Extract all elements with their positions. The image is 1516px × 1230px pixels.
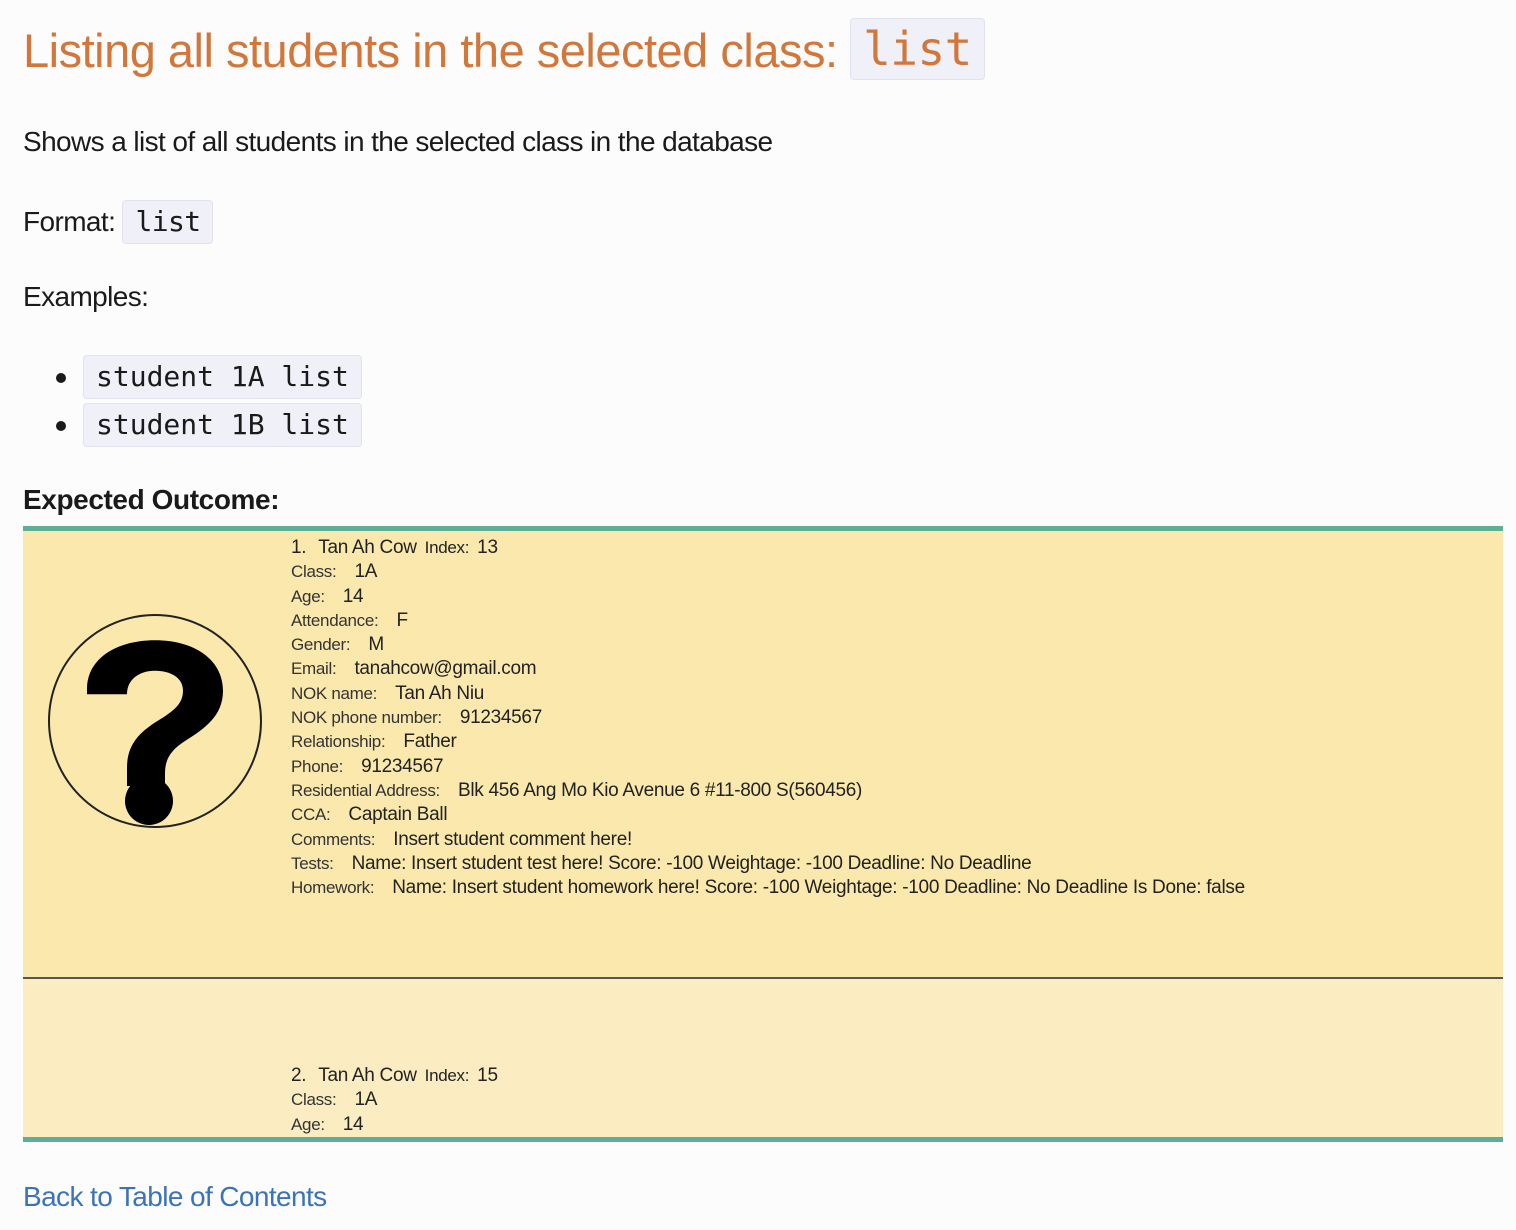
field-value: Name: Insert student test here! Score: -…: [351, 852, 1032, 874]
index-label: Index:: [424, 538, 470, 557]
field-value: Name: Insert student homework here! Scor…: [392, 877, 1245, 899]
field-label: Residential Address:: [291, 780, 440, 800]
field-value: Insert student comment here!: [393, 828, 632, 850]
field-label: Relationship:: [291, 732, 386, 752]
field-value: Captain Ball: [348, 804, 448, 826]
field-value: M: [368, 634, 384, 656]
field-value: 1A: [354, 561, 378, 583]
format-line: Format: list: [23, 200, 214, 244]
field-row: Class: 1A: [291, 560, 1245, 584]
field-value: Tan Ah Niu: [395, 682, 485, 704]
back-to-toc-link[interactable]: Back to Table of Contents: [23, 1181, 327, 1213]
field-label: Comments:: [291, 829, 376, 849]
field-label: Class:: [291, 1090, 337, 1110]
field-label: Class:: [291, 562, 337, 582]
field-value: 14: [342, 1113, 364, 1135]
examples-list: student 1A list student 1B list: [50, 355, 362, 451]
format-code: list: [122, 200, 214, 244]
student-name: Tan Ah Cow: [318, 537, 417, 558]
format-label: Format:: [23, 206, 116, 237]
field-row: NOK phone number: 91234567: [291, 706, 1245, 730]
field-row: Class: 1A: [291, 1088, 498, 1112]
field-label: Age:: [291, 586, 325, 606]
index-label: Index:: [424, 1066, 470, 1085]
field-row: Attendance: F: [291, 609, 1245, 633]
student-card: 2. Tan Ah Cow Index: 15 Class: 1A Age: 14: [23, 979, 1503, 1137]
outcome-screenshot: 1. Tan Ah Cow Index: 13 Class: 1A Age: 14 Att…: [23, 526, 1503, 1142]
field-value: 91234567: [361, 755, 444, 777]
student-number: 2.: [291, 1065, 307, 1086]
field-row: Age: 14: [291, 1113, 498, 1137]
description: Shows a list of all students in the sele…: [23, 126, 773, 157]
field-row: Homework: Name: Insert student homework h…: [291, 876, 1245, 900]
field-value: 91234567: [459, 707, 542, 729]
field-row: Residential Address: Blk 456 Ang Mo Kio A…: [291, 779, 1245, 803]
field-row: Phone: 91234567: [291, 755, 1245, 779]
field-row: Comments: Insert student comment here!: [291, 828, 1245, 852]
field-label: Email:: [291, 659, 337, 679]
student-header: 1. Tan Ah Cow Index: 13: [291, 536, 1245, 560]
list-item: student 1B list: [50, 403, 362, 451]
field-value: tanahcow@gmail.com: [354, 658, 537, 680]
field-label: NOK phone number:: [291, 708, 442, 728]
student-details: 1. Tan Ah Cow Index: 13 Class: 1A Age: 14 Att…: [291, 536, 1245, 900]
field-label: Tests:: [291, 853, 334, 873]
student-number: 1.: [291, 537, 307, 558]
student-name: Tan Ah Cow: [318, 1065, 417, 1086]
field-value: 1A: [354, 1089, 378, 1111]
example-code: student 1B list: [83, 403, 362, 447]
field-row: Relationship: Father: [291, 730, 1245, 754]
page-title-code: list: [850, 18, 985, 80]
index-value: 13: [477, 537, 498, 558]
page-title-text: Listing all students in the selected cla…: [23, 24, 838, 77]
field-label: NOK name:: [291, 683, 378, 703]
expected-outcome-heading: Expected Outcome:: [23, 484, 280, 515]
list-item: student 1A list: [50, 355, 362, 403]
student-card: 1. Tan Ah Cow Index: 13 Class: 1A Age: 14 Att…: [23, 531, 1503, 979]
field-label: Phone:: [291, 756, 344, 776]
field-row: Tests: Name: Insert student test here! Sc…: [291, 852, 1245, 876]
field-row: CCA: Captain Ball: [291, 803, 1245, 827]
field-value: 14: [342, 585, 364, 607]
field-row: NOK name: Tan Ah Niu: [291, 682, 1245, 706]
student-details: 2. Tan Ah Cow Index: 15 Class: 1A Age: 14: [291, 1064, 498, 1137]
field-label: Attendance:: [291, 610, 379, 630]
field-value: Father: [403, 731, 457, 753]
student-header: 2. Tan Ah Cow Index: 15: [291, 1064, 498, 1088]
field-label: Gender:: [291, 635, 351, 655]
examples-label: Examples:: [23, 281, 149, 312]
field-value: F: [396, 609, 408, 631]
field-row: Email: tanahcow@gmail.com: [291, 657, 1245, 681]
example-code: student 1A list: [83, 355, 362, 399]
field-row: Gender: M: [291, 633, 1245, 657]
question-mark-icon: [48, 614, 262, 828]
field-label: Age:: [291, 1114, 325, 1134]
field-label: Homework:: [291, 878, 375, 898]
page-title: Listing all students in the selected cla…: [23, 18, 985, 83]
field-value: Blk 456 Ang Mo Kio Avenue 6 #11-800 S(56…: [457, 779, 863, 801]
index-value: 15: [477, 1065, 498, 1086]
field-label: CCA:: [291, 805, 331, 825]
field-row: Age: 14: [291, 585, 1245, 609]
